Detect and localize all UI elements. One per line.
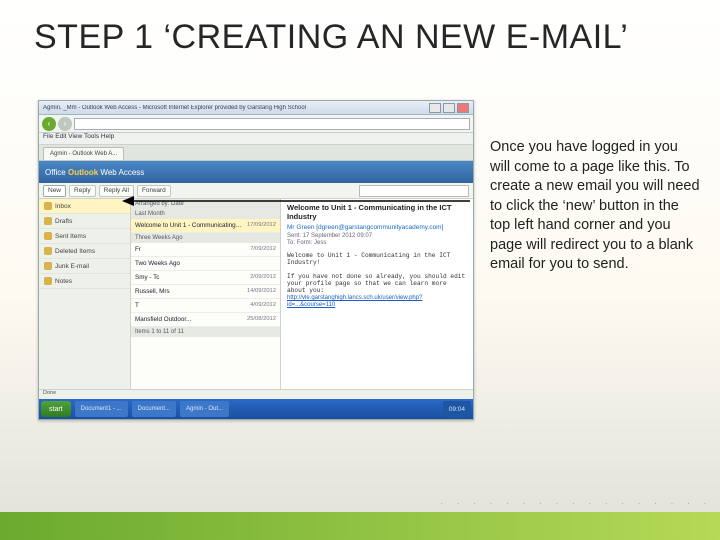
nav-deleted[interactable]: Deleted Items (39, 244, 130, 259)
preview-sent: Sent: 17 September 2012 09:07 (287, 233, 467, 239)
decorative-dots: . . . . . . . . . . . . . . . . . (441, 497, 712, 506)
folder-icon (44, 202, 52, 210)
preview-to: To: Form: Jess (287, 240, 467, 246)
close-button[interactable] (457, 103, 469, 113)
taskbar-item[interactable]: Document1 - ... (75, 401, 128, 417)
folder-icon (44, 232, 52, 240)
browser-menubar[interactable]: File Edit View Tools Help (39, 133, 473, 145)
msg-date: 17/09/2012 (247, 222, 276, 229)
nav-junk[interactable]: Junk E-mail (39, 259, 130, 274)
list-item[interactable]: Two Weeks Ago (131, 257, 280, 271)
list-group: Last Month (131, 209, 280, 219)
preview-link[interactable]: http://vle.garstanghigh.lancs.sch.uk/use… (287, 295, 422, 308)
system-tray-clock[interactable]: 09:04 (443, 401, 471, 417)
slide: STEP 1 ‘CREATING AN NEW E-MAIL’ Once you… (0, 0, 720, 540)
callout-arrow (120, 194, 480, 208)
list-item[interactable]: Russell, Mrs14/09/2012 (131, 285, 280, 299)
folder-icon (44, 217, 52, 225)
instruction-text: Once you have logged in you will come to… (490, 138, 700, 275)
reading-pane: Welcome to Unit 1 - Communicating in the… (281, 199, 473, 419)
list-footer: Items 1 to 11 of 11 (131, 327, 280, 337)
taskbar-item[interactable]: Document... (132, 401, 176, 417)
taskbar-item[interactable]: Agmin - Out... (180, 401, 229, 417)
maximize-button[interactable] (443, 103, 455, 113)
folder-nav: Inbox Drafts Sent Items Deleted Items Ju… (39, 199, 131, 419)
list-item[interactable]: Mansfield Outdoor...25/08/2012 (131, 313, 280, 327)
nav-drafts[interactable]: Drafts (39, 214, 130, 229)
list-item[interactable]: Welcome to Unit 1 - Communicating in the… (131, 219, 280, 233)
window-title: Agmin, _Mm - Outlook Web Access - Micros… (43, 105, 427, 111)
browser-nav-toolbar: ‹ › (39, 115, 473, 133)
reply-button[interactable]: Reply (69, 185, 96, 197)
outlook-screenshot: Agmin, _Mm - Outlook Web Access - Micros… (38, 100, 474, 420)
list-item[interactable]: Smy - Tc2/09/2012 (131, 271, 280, 285)
nav-notes[interactable]: Notes (39, 274, 130, 289)
nav-inbox[interactable]: Inbox (39, 199, 130, 214)
owa-body: Inbox Drafts Sent Items Deleted Items Ju… (39, 199, 473, 419)
list-group: Three Weeks Ago (131, 233, 280, 243)
folder-icon (44, 277, 52, 285)
owa-header: Office Outlook Web Access (39, 161, 473, 183)
folder-icon (44, 262, 52, 270)
new-button[interactable]: New (43, 185, 66, 197)
browser-statusbar: Done (39, 389, 473, 399)
browser-tab[interactable]: Agmin - Outlook Web A... (43, 147, 124, 160)
owa-brand: Office Outlook Web Access (45, 168, 144, 177)
slide-title: STEP 1 ‘CREATING AN NEW E-MAIL’ (34, 18, 686, 57)
address-bar[interactable] (74, 118, 470, 130)
forward-button[interactable]: › (58, 117, 72, 131)
minimize-button[interactable] (429, 103, 441, 113)
back-button[interactable]: ‹ (42, 117, 56, 131)
message-list: Arranged by: Date Last Month Welcome to … (131, 199, 281, 419)
window-titlebar: Agmin, _Mm - Outlook Web Access - Micros… (39, 101, 473, 115)
nav-sent[interactable]: Sent Items (39, 229, 130, 244)
browser-tabstrip: Agmin - Outlook Web A... (39, 145, 473, 161)
list-item[interactable]: T4/09/2012 (131, 299, 280, 313)
list-item[interactable]: Fr7/09/2012 (131, 243, 280, 257)
start-button[interactable]: start (41, 401, 71, 417)
folder-icon (44, 247, 52, 255)
accent-bar (0, 512, 720, 540)
preview-from: Mr Green [dgreen@garstangcommunityacadem… (287, 224, 467, 231)
windows-taskbar: start Document1 - ... Document... Agmin … (39, 399, 473, 419)
preview-body: Welcome to Unit 1 - Communicating in the… (287, 252, 467, 294)
msg-subject: Welcome to Unit 1 - Communicating in the… (135, 222, 243, 229)
